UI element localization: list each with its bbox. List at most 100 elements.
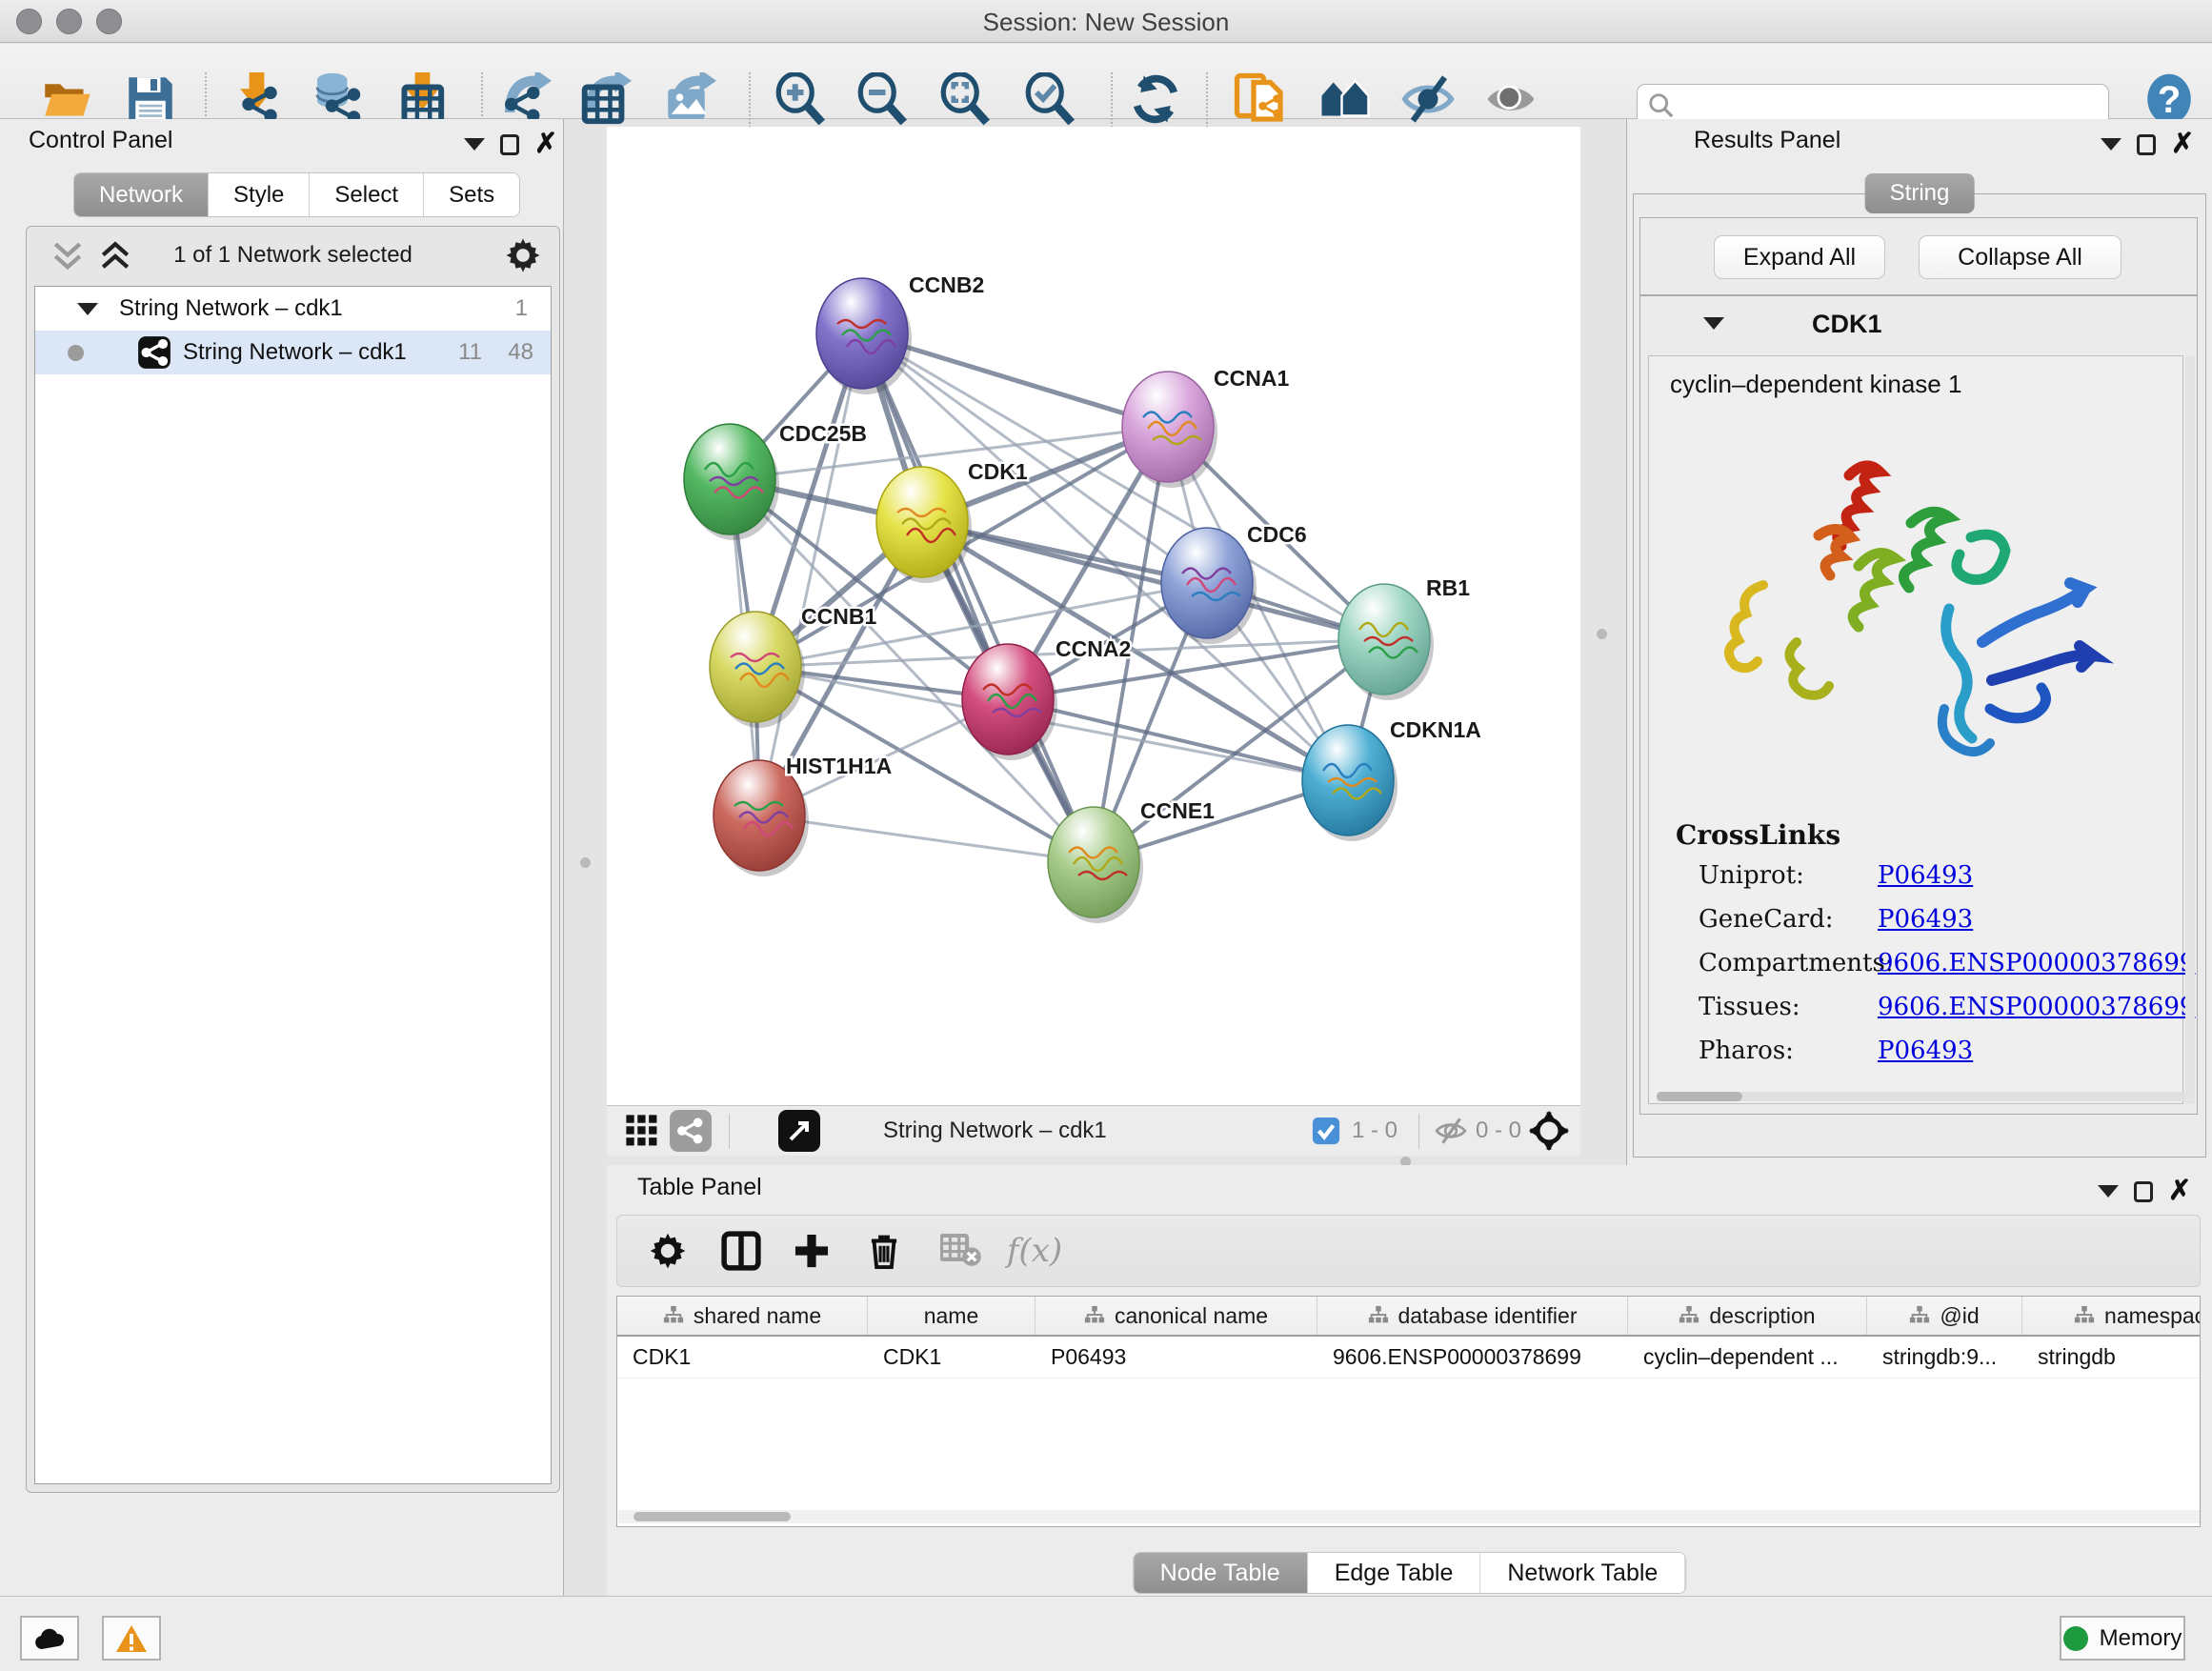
warning-status-button[interactable]	[102, 1616, 161, 1661]
network-view-title: String Network – cdk1	[883, 1117, 1107, 1144]
network-graph[interactable]: CCNB2CCNA1CDC25BCDK1CDC6RB1CCNB1CCNA2CDK…	[607, 127, 1580, 1105]
zoom-in-icon[interactable]	[774, 72, 827, 126]
table-cell[interactable]: cyclin–dependent ...	[1628, 1337, 1867, 1378]
results-vscrollbar[interactable]	[2185, 355, 2195, 1104]
results-hscrollbar[interactable]	[1657, 1092, 2192, 1101]
gene-collapse-icon[interactable]	[1703, 317, 1724, 330]
crosslink-link[interactable]: 9606.ENSP00000378699	[1878, 949, 2195, 977]
node-CCNE1[interactable]	[1048, 807, 1139, 917]
node-table[interactable]: shared namenamecanonical namedatabase id…	[616, 1296, 2201, 1527]
collection-expand-icon[interactable]	[77, 303, 98, 315]
table-cell[interactable]: 9606.ENSP00000378699	[1317, 1337, 1628, 1378]
node-CCNB1[interactable]	[710, 612, 801, 722]
node-CDKN1A[interactable]	[1302, 725, 1394, 836]
tab-string[interactable]: String	[1865, 173, 1975, 213]
show-all-eye-icon[interactable]	[1484, 72, 1538, 126]
column-header-description[interactable]: description	[1628, 1297, 1867, 1335]
crosslink-link[interactable]: P06493	[1878, 1037, 1973, 1065]
show-columns-icon[interactable]	[720, 1230, 762, 1272]
zoom-fit-icon[interactable]	[938, 72, 992, 126]
import-network-from-database-icon[interactable]	[311, 72, 364, 126]
tab-edge-table[interactable]: Edge Table	[1308, 1553, 1481, 1593]
node-CDK1[interactable]	[876, 467, 968, 577]
node-CCNA1[interactable]	[1122, 372, 1214, 482]
tab-select[interactable]: Select	[310, 173, 424, 216]
delete-column-icon[interactable]	[864, 1231, 904, 1271]
table-hscrollbar[interactable]	[618, 1510, 2201, 1523]
table-cell[interactable]: stringdb	[2022, 1337, 2201, 1378]
tab-sets[interactable]: Sets	[424, 173, 519, 216]
table-panel-menu-icon[interactable]	[2098, 1185, 2119, 1198]
edge-CCNB2-CCNE1[interactable]	[862, 333, 1094, 862]
table-options-gear-icon[interactable]	[648, 1231, 688, 1271]
export-image-icon[interactable]	[663, 72, 716, 126]
birds-eye-icon[interactable]	[1529, 1111, 1569, 1151]
splitter-handle[interactable]	[580, 857, 591, 868]
copy-network-icon[interactable]	[1234, 72, 1287, 126]
table-cell[interactable]: P06493	[1036, 1337, 1317, 1378]
node-CDC25B[interactable]	[684, 424, 775, 534]
tab-node-table[interactable]: Node Table	[1134, 1553, 1308, 1593]
expand-all-button[interactable]: Expand All	[1714, 235, 1885, 279]
export-network-icon[interactable]	[498, 72, 552, 126]
detach-view-icon[interactable]	[778, 1110, 820, 1152]
selected-checkbox-icon[interactable]	[1312, 1117, 1340, 1145]
column-header-canonical-name[interactable]: canonical name	[1036, 1297, 1317, 1335]
import-network-icon[interactable]	[231, 72, 284, 126]
table-panel-float-icon[interactable]	[2134, 1181, 2153, 1202]
table-panel-close-icon[interactable]: ✗	[2168, 1178, 2191, 1205]
edge-CCNA2-CDKN1A[interactable]	[1008, 699, 1348, 780]
cloud-status-button[interactable]	[20, 1616, 79, 1661]
save-session-icon[interactable]	[124, 72, 177, 126]
memory-button[interactable]: Memory	[2060, 1616, 2185, 1661]
table-cell[interactable]: CDK1	[617, 1337, 868, 1378]
crosslink-link[interactable]: P06493	[1878, 861, 1973, 890]
splitter-handle[interactable]	[1597, 629, 1607, 639]
home-icon[interactable]	[1318, 72, 1372, 126]
zoom-out-icon[interactable]	[855, 72, 909, 126]
column-header-namespace[interactable]: namespace	[2022, 1297, 2201, 1335]
table-cell[interactable]: CDK1	[868, 1337, 1036, 1378]
hide-selected-eye-icon[interactable]	[1401, 72, 1455, 126]
column-header-database-identifier[interactable]: database identifier	[1317, 1297, 1628, 1335]
grid-view-icon[interactable]	[624, 1113, 660, 1149]
column-header-shared-name[interactable]: shared name	[617, 1297, 868, 1335]
open-session-icon[interactable]	[40, 72, 93, 126]
add-column-icon[interactable]	[792, 1231, 832, 1271]
node-CCNA2[interactable]	[962, 644, 1054, 755]
results-panel-menu-icon[interactable]	[2101, 138, 2122, 151]
control-panel-menu-icon[interactable]	[464, 138, 485, 151]
network-canvas[interactable]: CCNB2CCNA1CDC25BCDK1CDC6RB1CCNB1CCNA2CDK…	[607, 127, 1580, 1105]
apply-layout-icon[interactable]	[1129, 72, 1182, 126]
network-view-icon[interactable]	[670, 1110, 712, 1152]
import-table-icon[interactable]	[396, 72, 450, 126]
help-icon[interactable]: ?	[2142, 72, 2196, 126]
tab-network[interactable]: Network	[74, 173, 209, 216]
collapse-all-button[interactable]: Collapse All	[1919, 235, 2122, 279]
column-header-name[interactable]: name	[868, 1297, 1036, 1335]
node-CCNB2[interactable]	[816, 278, 908, 389]
table-row[interactable]: CDK1CDK1P064939606.ENSP00000378699cyclin…	[617, 1337, 2200, 1379]
network-options-gear-icon[interactable]	[504, 236, 542, 274]
network-row[interactable]: String Network – cdk1 11 48	[35, 331, 551, 374]
table-cell[interactable]: stringdb:9...	[1867, 1337, 2022, 1378]
column-header--id[interactable]: @id	[1867, 1297, 2022, 1335]
node-RB1[interactable]	[1338, 584, 1430, 695]
tab-style[interactable]: Style	[209, 173, 310, 216]
node-CDC6[interactable]	[1161, 528, 1253, 638]
network-collection-row[interactable]: String Network – cdk1 1	[35, 287, 551, 331]
search-input[interactable]	[1681, 88, 2101, 122]
export-table-icon[interactable]	[578, 72, 632, 126]
crosslink-link[interactable]: 9606.ENSP00000378699	[1878, 993, 2195, 1021]
results-panel-close-icon[interactable]: ✗	[2171, 131, 2194, 158]
tab-network-table[interactable]: Network Table	[1480, 1553, 1685, 1593]
edge-CCNB2-HIST1H1A[interactable]	[759, 333, 862, 815]
node-label-CCNB1: CCNB1	[801, 604, 876, 629]
zoom-selected-icon[interactable]	[1023, 72, 1076, 126]
control-panel-close-icon[interactable]: ✗	[534, 131, 557, 158]
edge-HIST1H1A-CCNE1[interactable]	[759, 815, 1094, 862]
crosslink-link[interactable]: P06493	[1878, 905, 1973, 934]
control-panel-float-icon[interactable]	[500, 134, 519, 155]
gene-entry-header[interactable]: CDK1	[1640, 296, 2197, 355]
results-panel-float-icon[interactable]	[2137, 134, 2156, 155]
